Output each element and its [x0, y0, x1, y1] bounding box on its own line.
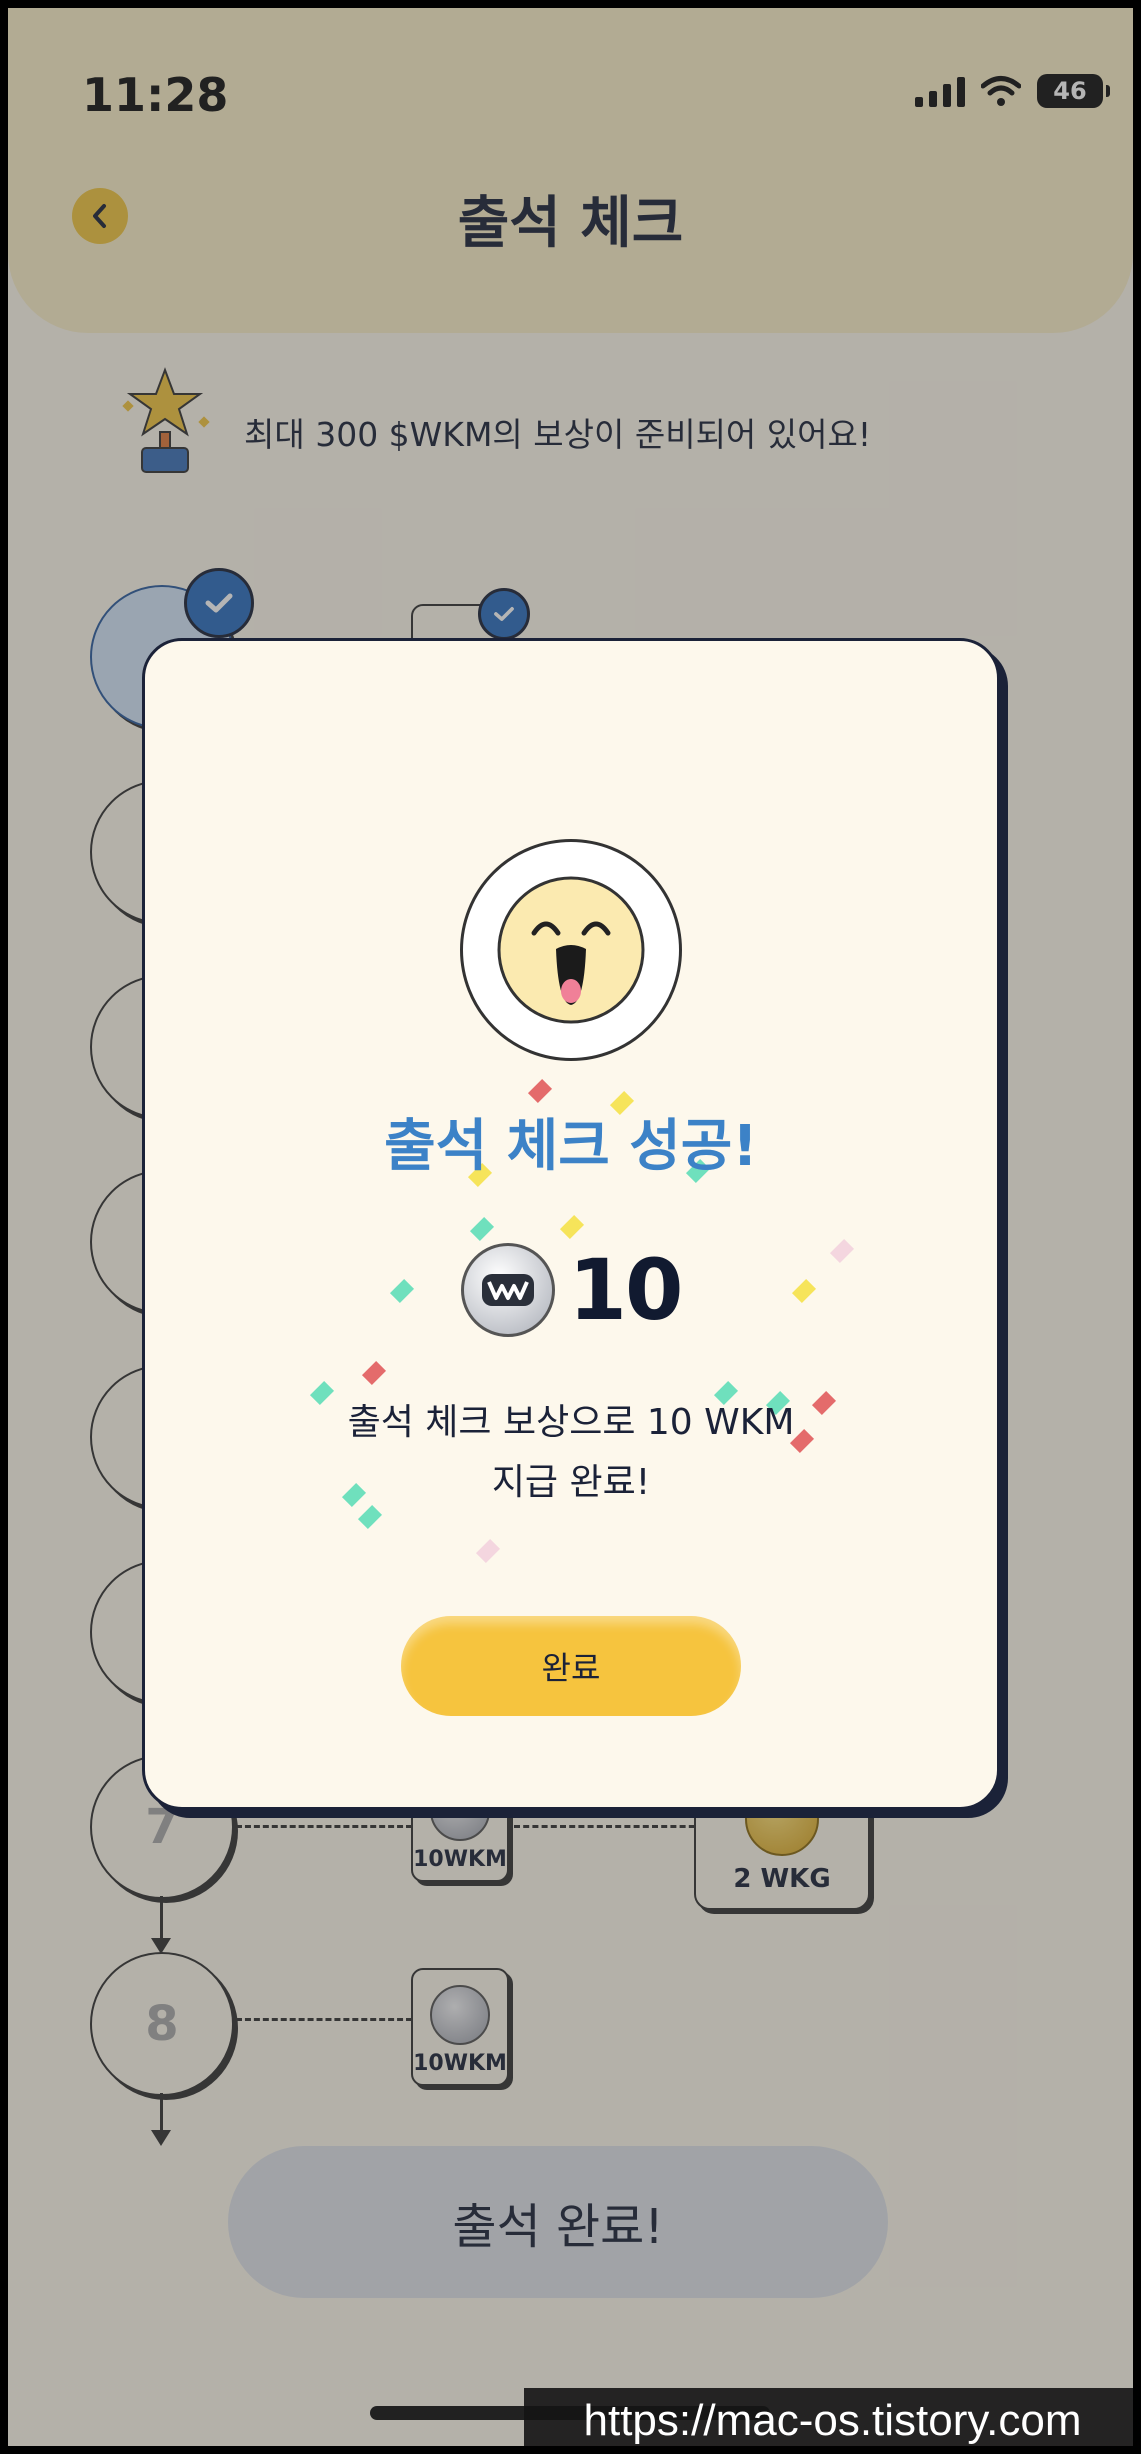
reward-amount: 10	[568, 1241, 684, 1339]
reward-amount-row: 10	[145, 1241, 997, 1339]
modal-title: 출석 체크 성공!	[384, 1114, 758, 1179]
reward-message-line1: 출석 체크 보상으로 10 WKM	[347, 1402, 795, 1443]
success-modal: 출석 체크 성공! 10 출석 체크 보상으로 10 WKM 지급 완료! 완료	[142, 638, 1000, 1810]
confetti	[559, 1214, 585, 1240]
confetti	[527, 1078, 553, 1104]
confetti	[361, 1360, 387, 1386]
confetti	[475, 1538, 501, 1564]
wkm-coin-icon	[460, 1243, 555, 1337]
laughing-face-icon	[460, 839, 682, 1061]
confetti	[469, 1216, 495, 1242]
confirm-button[interactable]: 완료	[401, 1616, 741, 1716]
watermark: https://mac-os.tistory.com	[524, 2388, 1133, 2446]
reward-message-line2: 지급 완료!	[491, 1462, 651, 1503]
screen: 11:28 46 출석 체크 최대 300 $WKM의 보상이 준비되어 있어요…	[8, 8, 1133, 2446]
confetti	[357, 1504, 383, 1530]
